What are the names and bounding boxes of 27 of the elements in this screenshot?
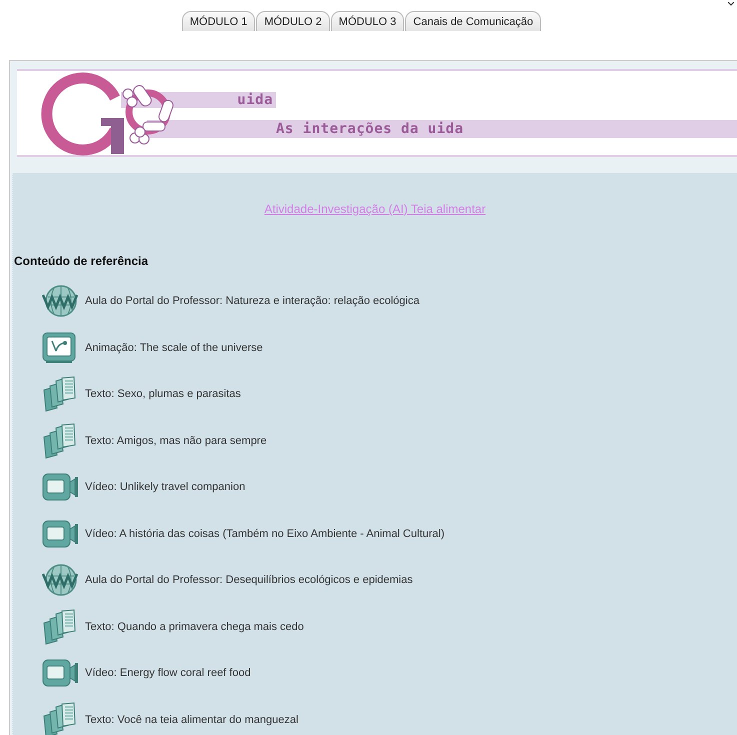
chevron-down-icon[interactable] <box>728 2 734 6</box>
resource-link[interactable]: Aula do Portal do Professor: Desequilíbrios ecológicos e epidemias <box>85 574 413 586</box>
resource-link[interactable]: Aula do Portal do Professor: Natureza e interação: relação ecológica <box>85 295 420 308</box>
resource-link[interactable]: Texto: Você na teia alimentar do manguezal <box>85 714 298 726</box>
module-tab[interactable]: MÓDULO 1 <box>182 11 256 31</box>
resource-link[interactable]: Texto: Amigos, mas não para sempre <box>85 434 267 447</box>
module-tab[interactable]: MÓDULO 3 <box>330 11 404 31</box>
module-tab[interactable]: MÓDULO 2 <box>256 11 330 31</box>
globe-icon <box>42 563 80 598</box>
resource-link[interactable]: Texto: Quando a primavera chega mais cedo <box>85 620 304 633</box>
monitor-icon <box>42 332 76 364</box>
globe-icon <box>42 284 80 318</box>
module-tab[interactable]: Canais de Comunicação <box>405 11 542 31</box>
resource-link[interactable]: Vídeo: Energy flow coral reef food <box>85 667 251 680</box>
banner-title: As interações da uida <box>276 121 465 137</box>
documents-icon <box>42 422 78 459</box>
resource-link[interactable]: Vídeo: Unlikely travel companion <box>85 481 246 494</box>
section-heading: Conteúdo de referência <box>14 254 150 268</box>
banner-subtitle: uida <box>237 92 274 108</box>
video-camera-icon <box>42 658 80 688</box>
video-camera-icon <box>42 518 80 549</box>
resource-link[interactable]: Animação: The scale of the universe <box>85 342 263 354</box>
video-camera-icon <box>42 472 80 502</box>
documents-icon <box>42 608 78 645</box>
resource-link[interactable]: Texto: Sexo, plumas e parasitas <box>85 388 241 400</box>
documents-icon <box>42 376 78 412</box>
resource-link[interactable]: Vídeo: A história das coisas (Também no Eixo Ambiente - Animal Cultural) <box>85 528 445 540</box>
